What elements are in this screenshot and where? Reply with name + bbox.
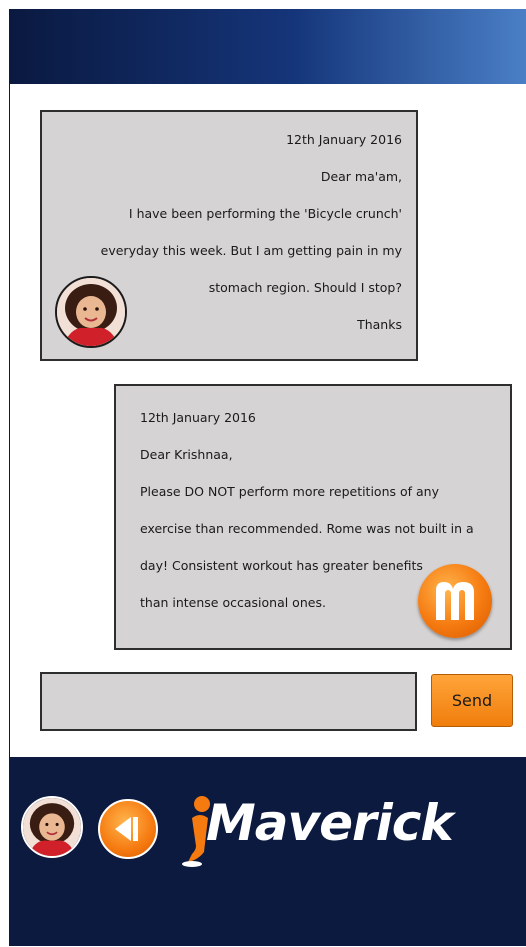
message-line: Please DO NOT perform more repetitions o…: [140, 484, 439, 499]
message-line: I have been performing the 'Bicycle crun…: [128, 206, 402, 221]
maverick-m-badge-icon: [418, 564, 492, 638]
message-line: Thanks: [357, 317, 402, 332]
message-line: day! Consistent workout has greater bene…: [140, 558, 423, 573]
imaverick-logo: Maverick: [178, 790, 498, 870]
message-line: Dear ma'am,: [320, 169, 402, 184]
back-button[interactable]: [98, 799, 158, 859]
girl-avatar-icon: [23, 798, 81, 856]
profile-avatar[interactable]: [21, 796, 83, 858]
message-line: everyday this week. But I am getting pai…: [100, 243, 402, 258]
top-banner: [10, 9, 526, 84]
message-line: exercise than recommended. Rome was not …: [140, 521, 474, 536]
message-input[interactable]: [40, 672, 417, 731]
message-line: than intense occasional ones.: [140, 595, 326, 610]
incoming-message: 12th January 2016 Dear ma'am, I have bee…: [40, 110, 418, 361]
girl-avatar-icon: [57, 278, 125, 346]
message-date: 12th January 2016: [140, 410, 256, 425]
message-line: stomach region. Should I stop?: [208, 280, 402, 295]
message-date: 12th January 2016: [286, 132, 402, 147]
user-avatar: [55, 276, 127, 348]
send-button[interactable]: Send: [431, 674, 513, 727]
message-line: Dear Krishnaa,: [140, 447, 233, 462]
back-arrow-icon: [115, 817, 138, 841]
outgoing-message: 12th January 2016 Dear Krishnaa, Please …: [114, 384, 512, 650]
logo-text: Maverick: [206, 794, 454, 852]
